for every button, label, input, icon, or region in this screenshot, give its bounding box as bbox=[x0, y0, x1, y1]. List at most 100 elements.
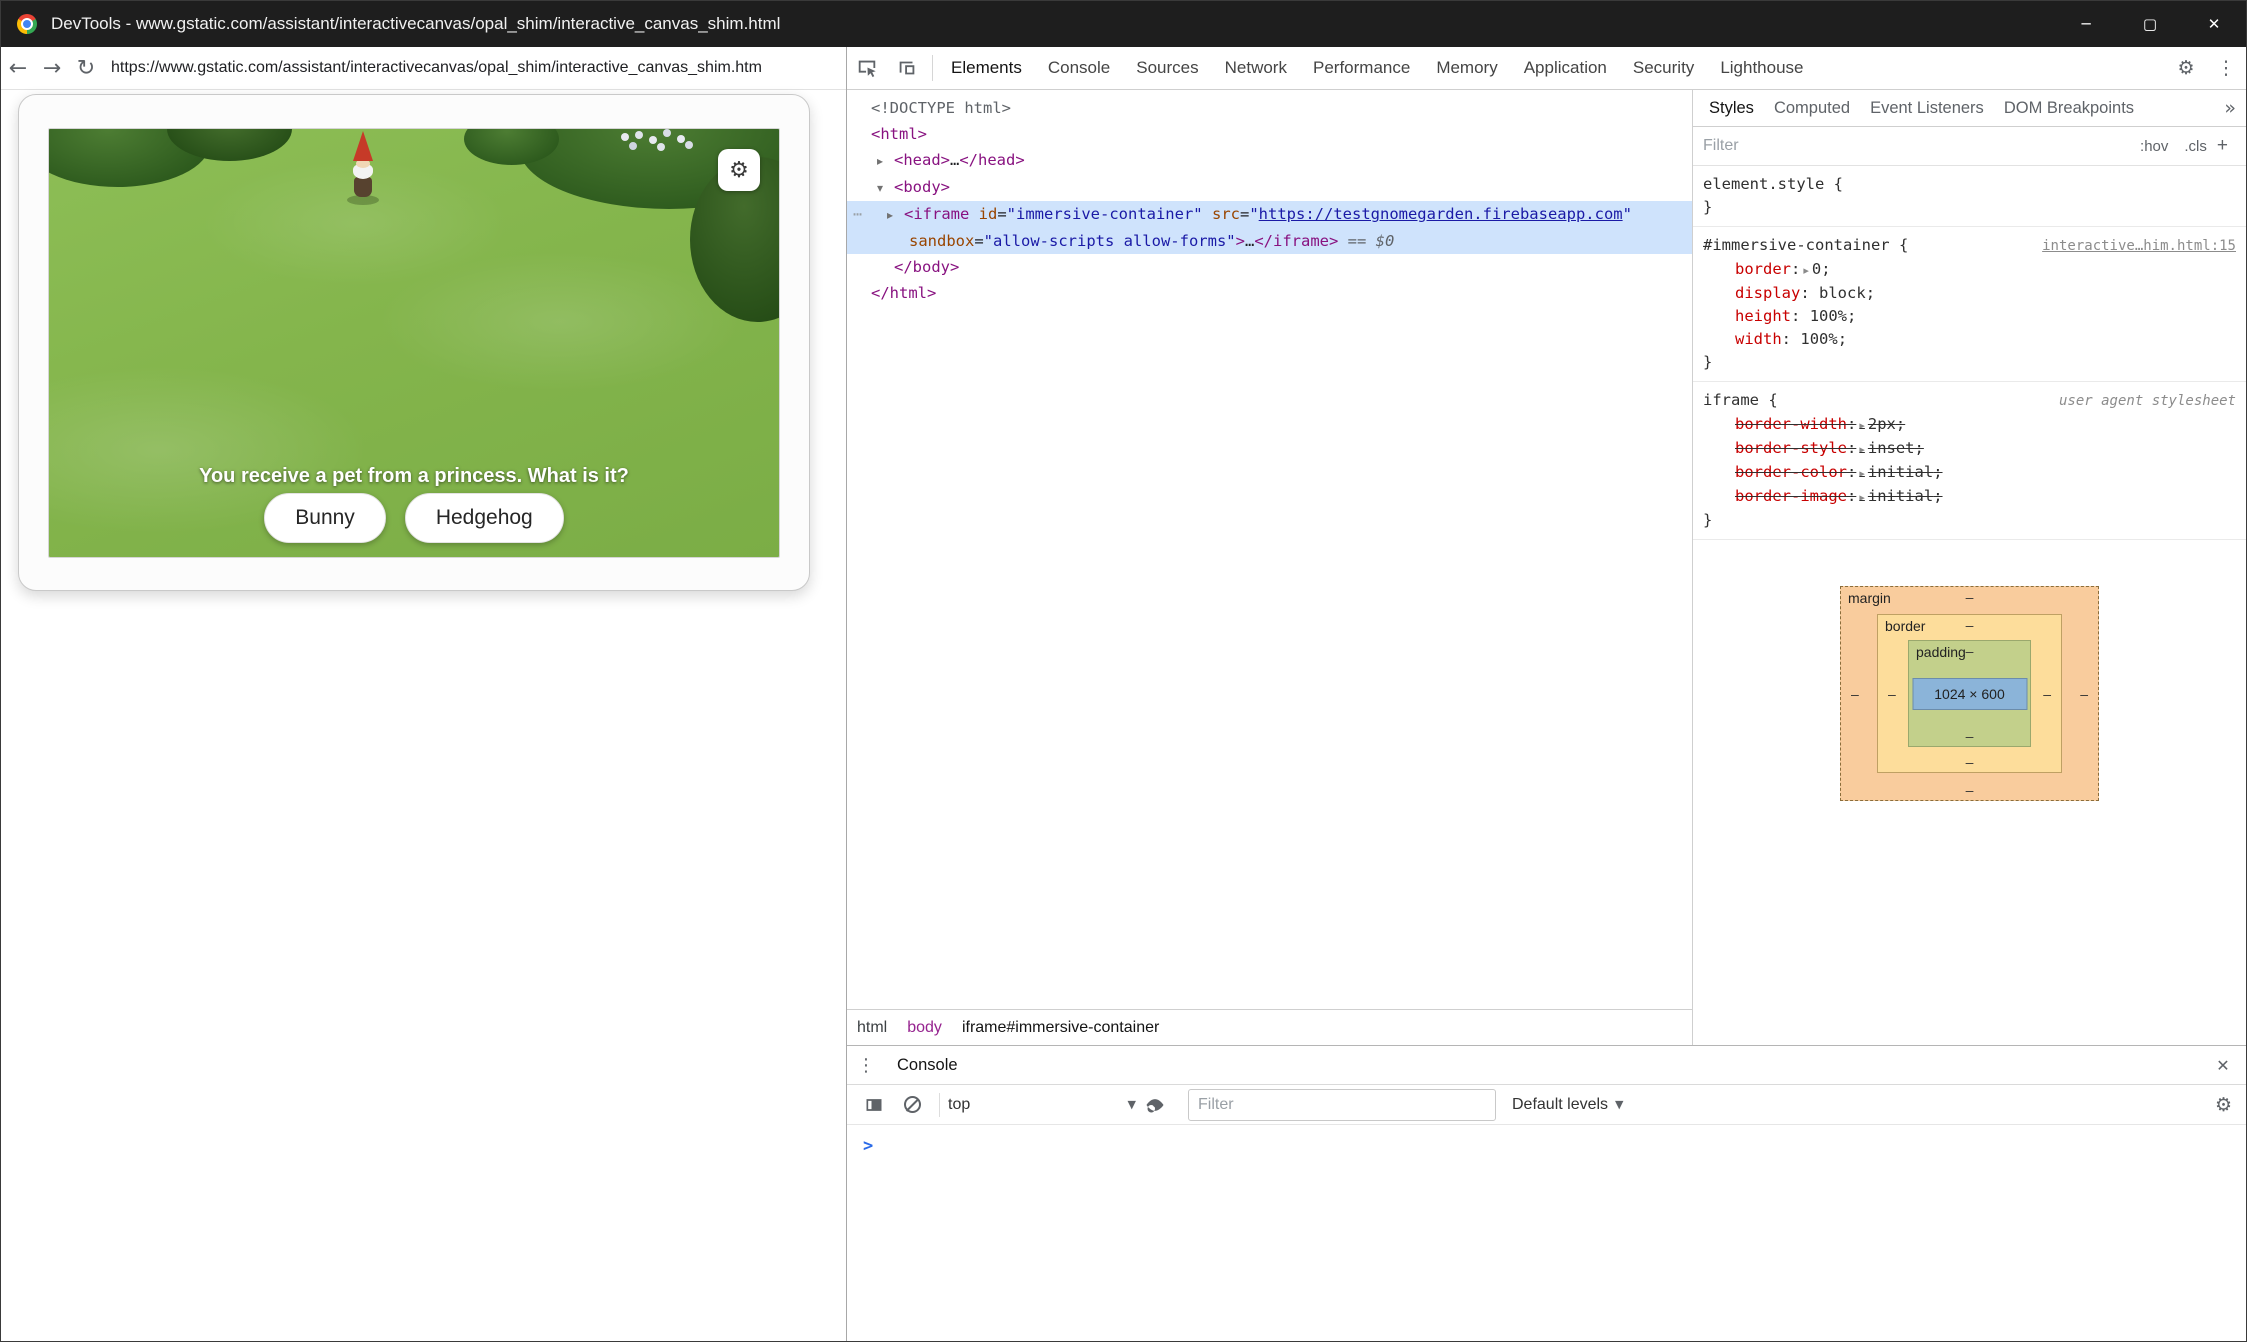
tab-computed[interactable]: Computed bbox=[1764, 99, 1860, 118]
expand-icon[interactable]: ▸ bbox=[877, 148, 894, 174]
more-tabs-icon[interactable]: » bbox=[2214, 97, 2246, 119]
tab-performance[interactable]: Performance bbox=[1300, 47, 1423, 89]
css-declaration[interactable]: height: 100%; bbox=[1703, 305, 2236, 328]
dom-tree: <!DOCTYPE html> <html> ▸<head>…</head> ▾… bbox=[847, 90, 1692, 1009]
garden-gnome bbox=[346, 131, 380, 205]
expand-shorthand-icon[interactable]: ▸ bbox=[1859, 443, 1865, 456]
expand-shorthand-icon[interactable]: ▸ bbox=[1859, 467, 1865, 480]
elements-pane: <!DOCTYPE html> <html> ▸<head>…</head> ▾… bbox=[847, 90, 1693, 1045]
node-doctype[interactable]: <!DOCTYPE html> bbox=[847, 95, 1692, 121]
box-model-dash[interactable]: – bbox=[1966, 643, 1974, 659]
box-model-section: margin – – – – border – – – – bbox=[1693, 540, 2246, 801]
bunny-button[interactable]: Bunny bbox=[264, 493, 386, 543]
tab-elements[interactable]: Elements bbox=[938, 47, 1035, 89]
console-toolbar: top▼ Default levels▼ ⚙ bbox=[847, 1085, 2246, 1125]
tab-console[interactable]: Console bbox=[1035, 47, 1123, 89]
tab-styles[interactable]: Styles bbox=[1699, 99, 1764, 118]
console-filter-input[interactable] bbox=[1188, 1089, 1496, 1121]
box-model-content[interactable]: 1024 × 600 bbox=[1912, 678, 2027, 710]
drawer-menu-icon[interactable]: ⋮ bbox=[847, 1055, 885, 1076]
node-html-open[interactable]: <html> bbox=[847, 121, 1692, 147]
node-html-close[interactable]: </html> bbox=[847, 280, 1692, 306]
maximize-button[interactable]: ▢ bbox=[2118, 1, 2182, 47]
css-declaration-overridden[interactable]: border-style:▸inset; bbox=[1703, 437, 2236, 461]
node-options-icon[interactable]: ⋯ bbox=[853, 201, 862, 227]
gnome-body bbox=[354, 177, 372, 197]
styles-filter-input[interactable] bbox=[1703, 137, 2132, 155]
toggle-class-button[interactable]: .cls bbox=[2176, 138, 2215, 155]
tab-dom-breakpoints[interactable]: DOM Breakpoints bbox=[1994, 99, 2144, 118]
box-model-dash[interactable]: – bbox=[1966, 617, 1974, 633]
box-model-dash[interactable]: – bbox=[1966, 728, 1974, 744]
tab-security[interactable]: Security bbox=[1620, 47, 1707, 89]
url-bar[interactable] bbox=[111, 59, 842, 77]
console-drawer: ⋮ Console ✕ top▼ Default levels▼ ⚙ > bbox=[847, 1045, 2246, 1341]
css-declaration-overridden[interactable]: border-width:▸2px; bbox=[1703, 413, 2236, 437]
inspect-element-icon[interactable] bbox=[847, 47, 887, 89]
stylesheet-source-link[interactable]: interactive…him.html:15 bbox=[2034, 235, 2236, 258]
rule-iframe-user-agent[interactable]: iframe {user agent stylesheet border-wid… bbox=[1693, 382, 2246, 540]
expand-shorthand-icon[interactable]: ▸ bbox=[1859, 419, 1865, 432]
devtools-body: <!DOCTYPE html> <html> ▸<head>…</head> ▾… bbox=[847, 90, 2246, 1045]
tab-lighthouse[interactable]: Lighthouse bbox=[1707, 47, 1816, 89]
console-settings-icon[interactable]: ⚙ bbox=[2215, 1094, 2232, 1116]
user-agent-stylesheet-label: user agent stylesheet bbox=[2051, 390, 2236, 413]
node-head[interactable]: ▸<head>…</head> bbox=[847, 147, 1692, 174]
rule-immersive-container[interactable]: #immersive-container {interactive…him.ht… bbox=[1693, 227, 2246, 382]
dollar-zero-hint: == $0 bbox=[1338, 232, 1394, 250]
css-declaration[interactable]: width: 100%; bbox=[1703, 328, 2236, 351]
breadcrumb-body[interactable]: body bbox=[897, 1019, 952, 1037]
box-model-dash[interactable]: – bbox=[1888, 686, 1896, 702]
back-icon[interactable]: ← bbox=[1, 56, 35, 81]
node-body-close[interactable]: </body> bbox=[847, 254, 1692, 280]
close-drawer-icon[interactable]: ✕ bbox=[2200, 1056, 2246, 1075]
live-expression-eye-icon[interactable] bbox=[1136, 1095, 1174, 1115]
game-settings-button[interactable]: ⚙ bbox=[718, 149, 760, 191]
node-iframe-selected-wrap[interactable]: sandbox="allow-scripts allow-forms">…</i… bbox=[847, 228, 1692, 254]
expand-shorthand-icon[interactable]: ▸ bbox=[1859, 491, 1865, 504]
css-declaration[interactable]: border:▸0; bbox=[1703, 258, 2236, 282]
new-style-rule-icon[interactable]: + bbox=[2215, 135, 2236, 157]
box-model-dash[interactable]: – bbox=[2080, 686, 2088, 702]
toggle-hover-button[interactable]: :hov bbox=[2132, 138, 2176, 155]
styles-sidebar: Styles Computed Event Listeners DOM Brea… bbox=[1693, 90, 2246, 1045]
settings-gear-icon[interactable]: ⚙ bbox=[2166, 47, 2206, 89]
hedgehog-button[interactable]: Hedgehog bbox=[405, 493, 564, 543]
devtools-toolbar: Elements Console Sources Network Perform… bbox=[847, 47, 2246, 90]
clear-console-icon[interactable] bbox=[893, 1096, 931, 1113]
collapse-icon[interactable]: ▾ bbox=[877, 175, 894, 201]
tab-network[interactable]: Network bbox=[1212, 47, 1300, 89]
box-model-dash[interactable]: – bbox=[1966, 589, 1974, 605]
tab-event-listeners[interactable]: Event Listeners bbox=[1860, 99, 1994, 118]
css-declaration-overridden[interactable]: border-color:▸initial; bbox=[1703, 461, 2236, 485]
drawer-tab-console[interactable]: Console bbox=[885, 1046, 970, 1084]
box-model-dash[interactable]: – bbox=[1966, 754, 1974, 770]
forward-icon[interactable]: → bbox=[35, 56, 69, 81]
log-levels-selector[interactable]: Default levels▼ bbox=[1512, 1096, 1624, 1114]
execution-context-selector[interactable]: top▼ bbox=[948, 1096, 1136, 1114]
box-model-margin: margin – – – – border – – – – bbox=[1840, 586, 2099, 801]
device-toolbar-icon[interactable] bbox=[887, 47, 927, 89]
node-iframe-selected[interactable]: ⋯▸<iframe id="immersive-container" src="… bbox=[847, 201, 1692, 228]
css-declaration-overridden[interactable]: border-image:▸initial; bbox=[1703, 485, 2236, 509]
breadcrumb-html[interactable]: html bbox=[847, 1019, 897, 1037]
breadcrumb-iframe[interactable]: iframe#immersive-container bbox=[952, 1019, 1169, 1037]
close-button[interactable]: ✕ bbox=[2182, 1, 2246, 47]
tab-application[interactable]: Application bbox=[1511, 47, 1620, 89]
console-sidebar-icon[interactable] bbox=[855, 1095, 893, 1115]
rule-element-style[interactable]: element.style { } bbox=[1693, 166, 2246, 227]
tab-sources[interactable]: Sources bbox=[1123, 47, 1211, 89]
reload-icon[interactable]: ↻ bbox=[69, 56, 103, 81]
devtools-menu-icon[interactable]: ⋮ bbox=[2206, 47, 2246, 89]
box-model-dash[interactable]: – bbox=[1966, 782, 1974, 798]
minimize-button[interactable]: ─ bbox=[2054, 1, 2118, 47]
box-model-dash[interactable]: – bbox=[2043, 686, 2051, 702]
iframe-src-link[interactable]: https://testgnomegarden.firebaseapp.com bbox=[1259, 205, 1623, 223]
node-body-open[interactable]: ▾<body> bbox=[847, 174, 1692, 201]
tab-memory[interactable]: Memory bbox=[1423, 47, 1510, 89]
css-declaration[interactable]: display: block; bbox=[1703, 282, 2236, 305]
expand-shorthand-icon[interactable]: ▸ bbox=[1803, 264, 1809, 277]
box-model-dash[interactable]: – bbox=[1851, 686, 1859, 702]
console-prompt[interactable]: > bbox=[847, 1125, 2246, 1156]
expand-icon[interactable]: ▸ bbox=[887, 202, 904, 228]
